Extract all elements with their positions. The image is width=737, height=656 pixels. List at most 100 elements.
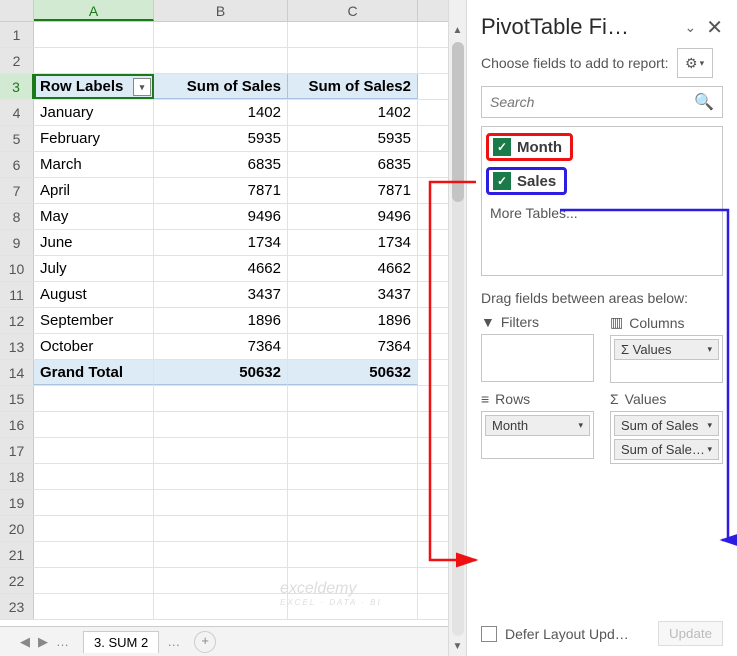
cell[interactable]: 1402 — [154, 100, 288, 125]
cell[interactable] — [288, 386, 418, 411]
cell[interactable]: September — [34, 308, 154, 333]
row-header[interactable]: 22 — [0, 568, 34, 593]
cell[interactable]: 50632 — [288, 360, 418, 385]
chevron-down-icon[interactable]: ▾ — [707, 444, 712, 455]
scroll-up-icon[interactable]: ▲ — [453, 22, 463, 40]
row-header[interactable]: 1 — [0, 22, 34, 47]
update-button[interactable]: Update — [658, 621, 723, 646]
cell[interactable]: 1402 — [288, 100, 418, 125]
cell[interactable]: July — [34, 256, 154, 281]
cell[interactable] — [154, 568, 288, 593]
cell[interactable] — [154, 438, 288, 463]
cell[interactable]: 1896 — [288, 308, 418, 333]
chevron-down-icon[interactable]: ▾ — [707, 420, 712, 431]
settings-button[interactable]: ⚙ ▾ — [677, 48, 713, 78]
row-header[interactable]: 14 — [0, 360, 34, 385]
cell[interactable] — [154, 464, 288, 489]
field-sales[interactable]: ✓ Sales — [486, 167, 567, 195]
row-header[interactable]: 17 — [0, 438, 34, 463]
cell[interactable] — [154, 516, 288, 541]
vertical-scrollbar[interactable]: ▲ ▼ — [448, 0, 466, 656]
cell[interactable]: March — [34, 152, 154, 177]
cell[interactable] — [288, 22, 418, 47]
row-header[interactable]: 13 — [0, 334, 34, 359]
cell[interactable]: 1734 — [288, 230, 418, 255]
cell[interactable]: 50632 — [154, 360, 288, 385]
grid[interactable]: 1 2 3 Row Labels▾ Sum of Sales Sum of Sa… — [0, 22, 448, 626]
filter-dropdown-icon[interactable]: ▾ — [133, 78, 151, 96]
rows-pill-month[interactable]: Month▾ — [485, 415, 590, 436]
cell[interactable]: 6835 — [154, 152, 288, 177]
row-header[interactable]: 21 — [0, 542, 34, 567]
row-header[interactable]: 20 — [0, 516, 34, 541]
cell[interactable] — [288, 594, 418, 619]
cell[interactable] — [34, 516, 154, 541]
values-dropzone[interactable]: Sum of Sales▾ Sum of Sale…▾ — [610, 411, 723, 464]
row-header[interactable]: 7 — [0, 178, 34, 203]
row-header[interactable]: 4 — [0, 100, 34, 125]
cell[interactable] — [34, 464, 154, 489]
col-header-c[interactable]: C — [288, 0, 418, 21]
cell[interactable]: 7364 — [288, 334, 418, 359]
cell[interactable]: February — [34, 126, 154, 151]
defer-checkbox[interactable] — [481, 626, 497, 642]
cell[interactable] — [34, 386, 154, 411]
row-header[interactable]: 5 — [0, 126, 34, 151]
cell[interactable]: 1734 — [154, 230, 288, 255]
cell[interactable]: 5935 — [154, 126, 288, 151]
cell[interactable]: 9496 — [288, 204, 418, 229]
cell[interactable]: 6835 — [288, 152, 418, 177]
tab-nav-prev-icon[interactable]: ◀ — [20, 634, 30, 650]
row-header[interactable]: 15 — [0, 386, 34, 411]
cell[interactable] — [288, 464, 418, 489]
cell[interactable]: April — [34, 178, 154, 203]
cell[interactable]: Sum of Sales — [154, 74, 288, 99]
sheet-tab-active[interactable]: 3. SUM 2 — [83, 631, 159, 653]
cell[interactable] — [154, 490, 288, 515]
cell[interactable] — [34, 412, 154, 437]
cell[interactable]: 4662 — [288, 256, 418, 281]
cell[interactable] — [154, 542, 288, 567]
values-pill-2[interactable]: Sum of Sale…▾ — [614, 439, 719, 460]
chevron-down-icon[interactable]: ▾ — [578, 420, 583, 431]
cell[interactable]: 1896 — [154, 308, 288, 333]
cell[interactable]: May — [34, 204, 154, 229]
cell[interactable]: October — [34, 334, 154, 359]
cell[interactable] — [34, 22, 154, 47]
cell[interactable]: 3437 — [154, 282, 288, 307]
cell[interactable]: 5935 — [288, 126, 418, 151]
col-header-a[interactable]: A — [34, 0, 154, 21]
cell[interactable] — [288, 48, 418, 73]
cell[interactable]: 3437 — [288, 282, 418, 307]
col-header-b[interactable]: B — [154, 0, 288, 21]
cell[interactable] — [34, 542, 154, 567]
field-month[interactable]: ✓ Month — [486, 133, 573, 161]
row-header[interactable]: 9 — [0, 230, 34, 255]
cell[interactable]: 9496 — [154, 204, 288, 229]
columns-pill[interactable]: Σ Values▾ — [614, 339, 719, 360]
cell[interactable]: Row Labels▾ — [34, 74, 154, 99]
cell[interactable] — [154, 22, 288, 47]
checkbox-checked-icon[interactable]: ✓ — [493, 138, 511, 156]
cell[interactable] — [154, 386, 288, 411]
values-pill-1[interactable]: Sum of Sales▾ — [614, 415, 719, 436]
cell[interactable] — [288, 490, 418, 515]
cell[interactable]: 7871 — [288, 178, 418, 203]
rows-dropzone[interactable]: Month▾ — [481, 411, 594, 459]
select-all-corner[interactable] — [0, 0, 34, 21]
scroll-thumb[interactable] — [452, 42, 464, 202]
row-header[interactable]: 3 — [0, 74, 34, 99]
row-header[interactable]: 11 — [0, 282, 34, 307]
cell[interactable] — [154, 594, 288, 619]
cell[interactable] — [288, 568, 418, 593]
row-header[interactable]: 12 — [0, 308, 34, 333]
more-tables-link[interactable]: More Tables... — [486, 201, 718, 225]
search-field[interactable]: 🔍 — [481, 86, 723, 118]
scroll-track[interactable] — [452, 42, 464, 636]
cell[interactable]: January — [34, 100, 154, 125]
cell[interactable] — [288, 516, 418, 541]
columns-dropzone[interactable]: Σ Values▾ — [610, 335, 723, 383]
cell[interactable] — [154, 48, 288, 73]
cell[interactable] — [34, 568, 154, 593]
cell[interactable]: June — [34, 230, 154, 255]
